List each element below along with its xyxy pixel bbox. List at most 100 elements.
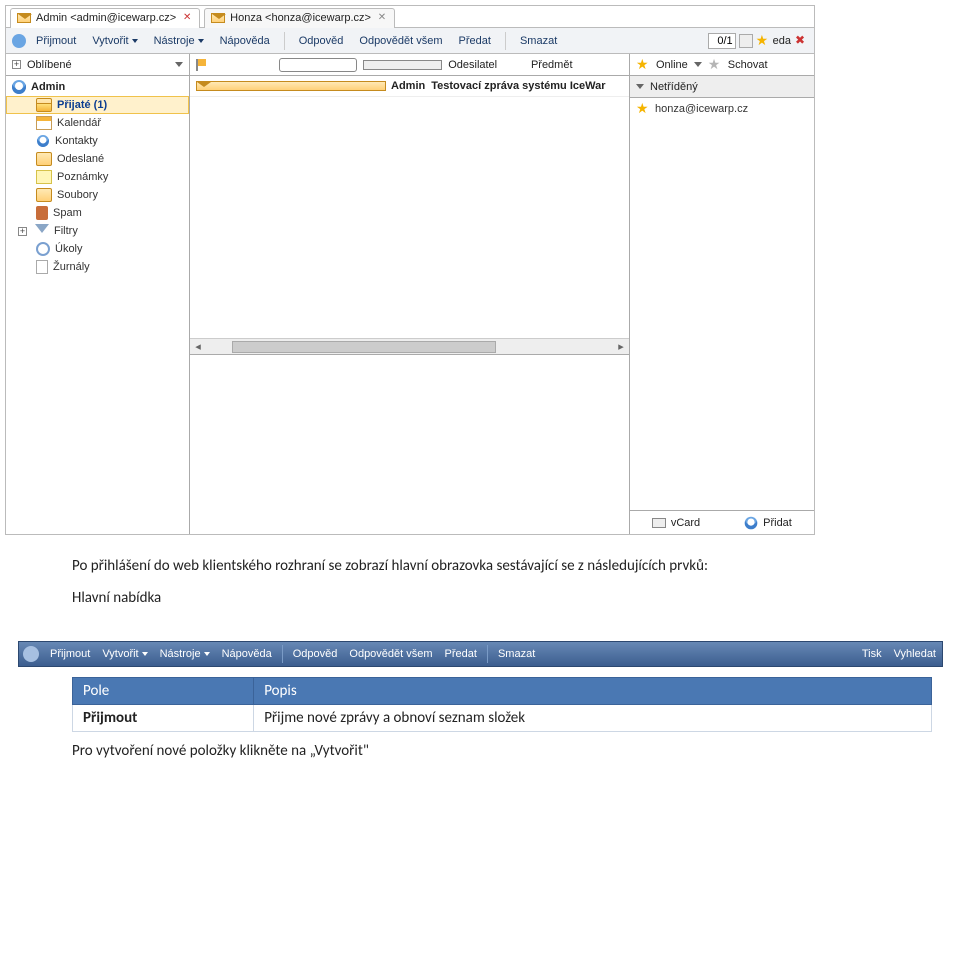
cell-field: Přijmout	[73, 705, 254, 732]
print-button[interactable]: Tisk	[856, 645, 888, 663]
tab-label: Admin <admin@icewarp.cz>	[36, 12, 176, 24]
attachment-icon[interactable]	[279, 58, 358, 72]
star-icon[interactable]	[756, 34, 770, 48]
help-button[interactable]: Nápověda	[214, 32, 276, 50]
eda-label: eda	[773, 35, 791, 47]
folder-label: Soubory	[57, 189, 98, 201]
account-tabs: Admin <admin@icewarp.cz> ✕ Honza <honza@…	[6, 6, 814, 28]
folder-icon	[36, 188, 52, 202]
page-input[interactable]	[708, 33, 736, 49]
expand-icon[interactable]: +	[18, 227, 27, 236]
forward-button[interactable]: Předat	[453, 32, 497, 50]
cell-description: Přijme nové zprávy a obnoví seznam slože…	[254, 705, 932, 732]
account-tab-honza[interactable]: Honza <honza@icewarp.cz> ✕	[204, 8, 395, 28]
tasks-icon	[36, 242, 50, 256]
contact-list: honza@icewarp.cz	[630, 98, 814, 510]
message-list-pane: Odesilatel Předmět Admin Testovací zpráv…	[190, 54, 630, 534]
favorites-header[interactable]: + Oblíbené	[6, 54, 189, 76]
folder-open-icon	[36, 98, 52, 112]
folder-files[interactable]: Soubory	[6, 186, 189, 204]
folder-notes[interactable]: Poznámky	[6, 168, 189, 186]
btn-label: Nápověda	[222, 648, 272, 660]
create-button[interactable]: Vytvořit	[96, 645, 153, 663]
th-field: Pole	[73, 678, 254, 705]
journal-icon	[36, 260, 48, 274]
folder-tasks[interactable]: Úkoly	[6, 240, 189, 258]
btn-label: Nástroje	[154, 35, 195, 47]
heading-menu: Hlavní nabídka	[72, 589, 900, 607]
btn-label: Přijmout	[50, 648, 90, 660]
flag-icon[interactable]	[196, 59, 273, 71]
delete-button[interactable]: Smazat	[492, 645, 541, 663]
reply-all-button[interactable]: Odpovědět všem	[343, 645, 438, 663]
create-button[interactable]: Vytvořit	[86, 32, 143, 50]
folder-label: Poznámky	[57, 171, 108, 183]
help-button[interactable]: Nápověda	[216, 645, 278, 663]
btn-label: Vytvořit	[102, 648, 138, 660]
group-label: Netříděný	[650, 81, 698, 93]
btn-label: Přijmout	[36, 35, 76, 47]
receive-button[interactable]: Přijmout	[44, 645, 96, 663]
webmail-client: Admin <admin@icewarp.cz> ✕ Honza <honza@…	[5, 5, 815, 535]
delete-button[interactable]: Smazat	[514, 32, 563, 50]
paragraph: Po přihlášení do web klientského rozhran…	[72, 557, 900, 575]
message-row[interactable]: Admin Testovací zpráva systému IceWar	[190, 76, 629, 97]
scroll-thumb[interactable]	[232, 341, 495, 353]
hide-label[interactable]: Schovat	[728, 59, 768, 71]
close-icon[interactable]: ✕	[376, 12, 388, 24]
receive-button[interactable]: Přijmout	[30, 32, 82, 50]
col-sender[interactable]: Odesilatel	[448, 59, 525, 71]
chevron-down-icon[interactable]	[694, 62, 702, 67]
folder-label: Kontakty	[55, 135, 98, 147]
btn-label: Vytvořit	[92, 35, 128, 47]
menu-toolbar-preview: Přijmout Vytvořit Nástroje Nápověda Odpo…	[18, 641, 943, 667]
presence-label[interactable]: Online	[656, 59, 688, 71]
folder-sidebar: + Oblíbené Admin Přijaté (1) Kalendář	[6, 54, 190, 534]
close-icon[interactable]: ✕	[181, 12, 193, 24]
separator	[284, 32, 285, 50]
group-header[interactable]: Netříděný	[630, 76, 814, 98]
search-button[interactable]: Vyhledat	[888, 645, 942, 663]
paragraph: Pro vytvoření nové položky klikněte na „…	[72, 742, 900, 760]
folder-sent[interactable]: Odeslané	[6, 150, 189, 168]
scroll-right-icon[interactable]: ▸	[613, 340, 629, 353]
expand-icon[interactable]: +	[12, 60, 21, 69]
chevron-down-icon[interactable]	[175, 62, 183, 67]
scroll-left-icon[interactable]: ◂	[190, 340, 206, 353]
field-description-table: Pole Popis Přijmout Přijme nové zprávy a…	[72, 677, 932, 732]
folder-filters[interactable]: + Filtry	[6, 222, 189, 240]
folder-spam[interactable]: Spam	[6, 204, 189, 222]
vcard-button[interactable]: vCard	[630, 511, 722, 534]
contacts-icon	[37, 135, 49, 147]
tools-button[interactable]: Nástroje	[154, 645, 216, 663]
horizontal-scrollbar[interactable]: ◂ ▸	[190, 338, 629, 354]
folder-inbox[interactable]: Přijaté (1)	[6, 96, 189, 114]
folder-label: Žurnály	[53, 261, 90, 273]
column-headers: Odesilatel Předmět	[190, 54, 629, 76]
account-tab-admin[interactable]: Admin <admin@icewarp.cz> ✕	[10, 8, 200, 28]
preview-pane	[190, 354, 629, 534]
folder-journals[interactable]: Žurnály	[6, 258, 189, 276]
folder-contacts[interactable]: Kontakty	[6, 132, 189, 150]
gear-icon[interactable]	[12, 34, 26, 48]
close-icon[interactable]	[794, 34, 808, 48]
contact-row[interactable]: honza@icewarp.cz	[634, 100, 810, 118]
reply-button[interactable]: Odpověd	[287, 645, 344, 663]
separator	[487, 645, 488, 663]
envelope-icon[interactable]	[363, 60, 442, 70]
folder-label: Odeslané	[57, 153, 104, 165]
btn-label: Přidat	[763, 517, 792, 529]
col-subject[interactable]: Předmět	[531, 59, 623, 71]
folder-calendar[interactable]: Kalendář	[6, 114, 189, 132]
tools-button[interactable]: Nástroje	[148, 32, 210, 50]
forward-button[interactable]: Předat	[439, 645, 483, 663]
account-node[interactable]: Admin	[6, 78, 189, 96]
table-row: Přijmout Přijme nové zprávy a obnoví sez…	[73, 705, 932, 732]
view-toggle-icon[interactable]	[739, 34, 753, 48]
reply-all-button[interactable]: Odpovědět všem	[353, 32, 448, 50]
reply-button[interactable]: Odpověd	[293, 32, 350, 50]
add-contact-button[interactable]: Přidat	[722, 511, 814, 534]
vcard-icon	[652, 518, 666, 528]
filter-icon	[35, 224, 49, 238]
message-list: Admin Testovací zpráva systému IceWar ◂ …	[190, 76, 629, 354]
